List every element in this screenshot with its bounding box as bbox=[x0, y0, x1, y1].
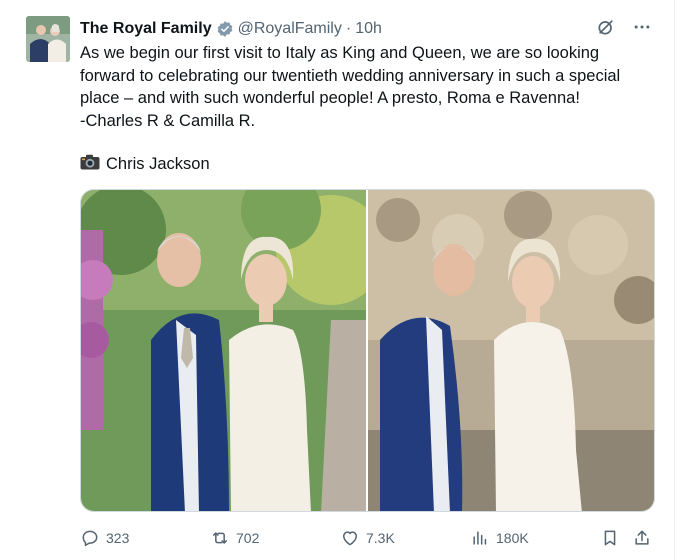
header-actions bbox=[596, 17, 652, 37]
grok-icon[interactable] bbox=[596, 17, 616, 37]
display-name[interactable]: The Royal Family bbox=[80, 20, 212, 38]
share-button[interactable] bbox=[632, 528, 652, 548]
repost-button[interactable]: 702 bbox=[210, 528, 259, 548]
views-count: 180K bbox=[496, 530, 529, 546]
bookmark-button[interactable] bbox=[600, 528, 620, 548]
reply-button[interactable]: 323 bbox=[80, 528, 129, 548]
more-options-icon[interactable] bbox=[632, 17, 652, 37]
tweet-actions: 323 702 7.3K 180K bbox=[80, 525, 660, 551]
bookmark-icon bbox=[604, 530, 616, 546]
handle[interactable]: @RoyalFamily bbox=[238, 20, 342, 38]
avatar[interactable] bbox=[26, 16, 70, 62]
timestamp[interactable]: 10h bbox=[355, 20, 382, 38]
tweet-header: The Royal Family @RoyalFamily · 10h bbox=[80, 18, 382, 40]
repost-count: 702 bbox=[236, 530, 260, 546]
photo-garden[interactable] bbox=[81, 190, 366, 511]
tweet-text: As we begin our first visit to Italy as … bbox=[80, 42, 660, 132]
verified-badge-icon bbox=[216, 20, 234, 38]
views-button[interactable]: 180K bbox=[470, 528, 529, 548]
photo-grotto[interactable] bbox=[368, 190, 654, 511]
repost-icon bbox=[213, 532, 227, 544]
tweet-text-line: -Charles R & Camilla R. bbox=[80, 111, 256, 130]
heart-icon bbox=[343, 531, 357, 546]
reply-icon bbox=[82, 530, 98, 547]
like-count: 7.3K bbox=[366, 530, 395, 546]
tweet-card: The Royal Family @RoyalFamily · 10h As w… bbox=[0, 0, 675, 560]
media-grid bbox=[80, 189, 655, 512]
camera-icon bbox=[80, 154, 106, 175]
photo-credit-name: Chris Jackson bbox=[106, 154, 210, 173]
reply-count: 323 bbox=[106, 530, 130, 546]
share-icon bbox=[635, 530, 649, 545]
photo-credit: Chris Jackson bbox=[80, 153, 210, 175]
like-button[interactable]: 7.3K bbox=[340, 528, 395, 548]
separator-dot: · bbox=[345, 20, 352, 37]
tweet-text-line: forward to celebrating our twentieth wed… bbox=[80, 66, 621, 85]
tweet-text-line: As we begin our first visit to Italy as … bbox=[80, 44, 600, 62]
tweet-text-line: place – and with such wonderful people! … bbox=[80, 89, 580, 107]
views-chart-icon bbox=[473, 531, 487, 545]
